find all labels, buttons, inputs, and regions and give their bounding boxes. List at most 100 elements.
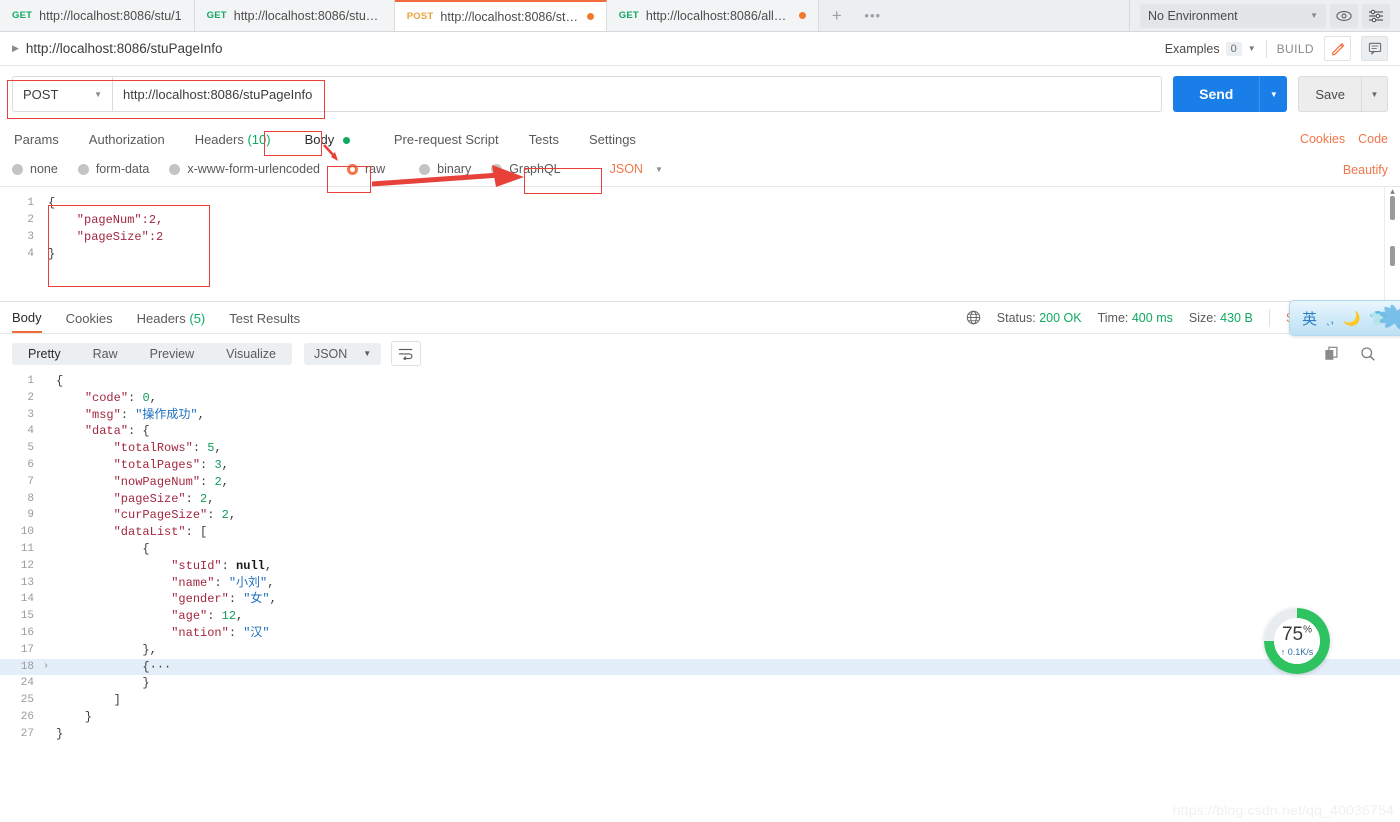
view-preview-button[interactable]: Preview [134, 343, 210, 365]
network-speed-widget[interactable]: 75% ↑ 0.1K/s [1264, 608, 1330, 674]
response-code-line: 26 } [0, 709, 1400, 726]
tab-label: Params [14, 132, 59, 147]
response-view-bar: Pretty Raw Preview Visualize JSON ▼ [0, 334, 1400, 373]
raw-format-selector[interactable]: JSON ▼ [601, 160, 672, 178]
response-tab-body[interactable]: Body [12, 303, 42, 333]
response-code-line: 11 { [0, 541, 1400, 558]
tab-tests[interactable]: Tests [527, 129, 561, 150]
view-raw-button[interactable]: Raw [77, 343, 134, 365]
line-number: 25 [0, 692, 40, 709]
new-tab-button[interactable]: + [819, 0, 855, 31]
response-code-line: 12 "stuId": null, [0, 558, 1400, 575]
headers-count: (5) [189, 311, 205, 326]
tab-authorization[interactable]: Authorization [87, 129, 167, 150]
line-number: 6 [0, 457, 40, 474]
size-value: 430 B [1220, 311, 1253, 325]
editor-scrollbar-lower[interactable] [1384, 244, 1400, 301]
fold-toggle-icon[interactable]: › [40, 659, 52, 676]
line-number: 12 [0, 558, 40, 575]
save-options-button[interactable]: ▼ [1362, 76, 1388, 112]
body-type-urlencoded[interactable]: x-www-form-urlencoded [169, 162, 320, 176]
globe-icon[interactable] [966, 310, 981, 325]
copy-icon[interactable] [1324, 346, 1340, 362]
response-code-line: 24 } [0, 675, 1400, 692]
fold-toggle-icon [40, 440, 52, 457]
tab-overflow-button[interactable]: ••• [855, 0, 891, 31]
request-tab[interactable]: GET http://localhost:8086/stu/1 [0, 0, 195, 31]
response-tab-test-results[interactable]: Test Results [229, 304, 300, 332]
status-label: Status: [997, 311, 1036, 325]
line-number: 1 [0, 373, 40, 390]
chevron-down-icon: ▼ [94, 90, 102, 99]
environment-quick-look-button[interactable] [1330, 4, 1358, 28]
examples-label: Examples [1165, 42, 1220, 56]
fold-toggle-icon [40, 474, 52, 491]
eye-icon [1336, 10, 1352, 22]
code-link[interactable]: Code [1358, 132, 1388, 146]
tab-settings[interactable]: Settings [587, 129, 638, 150]
edit-request-button[interactable] [1324, 36, 1351, 61]
line-text: "totalPages": 3, [52, 457, 229, 474]
ime-toolbar[interactable]: 英 ˎ, 🌙 👕 [1289, 300, 1400, 336]
arrow-up-icon: ↑ [1281, 647, 1286, 657]
line-text: }, [52, 642, 157, 659]
line-text: "age": 12, [52, 608, 243, 625]
comments-button[interactable] [1361, 36, 1388, 61]
response-tab-headers[interactable]: Headers (5) [137, 304, 206, 332]
moon-icon[interactable]: 🌙 [1343, 310, 1360, 327]
code-line: 1 { [0, 195, 1400, 212]
beautify-link[interactable]: Beautify [1343, 163, 1388, 177]
punctuation-icon[interactable]: ˎ, [1326, 311, 1334, 326]
scrollbar-thumb[interactable] [1390, 196, 1395, 220]
request-tab[interactable]: GET http://localhost:8086/stu?userI... [195, 0, 395, 31]
cookies-link[interactable]: Cookies [1300, 132, 1345, 146]
examples-dropdown[interactable]: Examples 0 ▼ [1165, 42, 1256, 56]
tab-body[interactable]: Body [303, 129, 352, 150]
ime-language-label[interactable]: 英 [1302, 308, 1317, 329]
body-type-graphql[interactable]: GraphQL [491, 162, 560, 176]
line-text: "nowPageNum": 2, [52, 474, 229, 491]
editor-scrollbar-upper[interactable]: ▲ [1384, 187, 1400, 244]
response-tab-cookies[interactable]: Cookies [66, 304, 113, 332]
response-format-selector[interactable]: JSON ▼ [304, 343, 381, 365]
status-value: 200 OK [1039, 311, 1081, 325]
url-input[interactable]: http://localhost:8086/stuPageInfo [113, 77, 1161, 111]
request-tab[interactable]: GET http://localhost:8086/allStu [607, 0, 819, 31]
line-number: 8 [0, 491, 40, 508]
response-body-code[interactable]: 1{2 "code": 0,3 "msg": "操作成功",4 "data": … [0, 373, 1400, 753]
save-button[interactable]: Save [1298, 76, 1362, 112]
environment-selector[interactable]: No Environment ▼ [1140, 4, 1326, 28]
tab-label: Headers [137, 311, 186, 326]
scrollbar-thumb[interactable] [1390, 246, 1395, 266]
view-pretty-button[interactable]: Pretty [12, 343, 77, 365]
chevron-up-icon[interactable]: ▲ [1385, 188, 1400, 197]
view-visualize-button[interactable]: Visualize [210, 343, 292, 365]
request-body-editor[interactable]: 1 { 2 "pageNum":2, 3 "pageSize":2 4 } ▲ [0, 186, 1400, 301]
tab-method-label: GET [619, 10, 639, 21]
body-type-binary[interactable]: binary [419, 162, 471, 176]
body-type-none[interactable]: none [12, 162, 58, 176]
tab-label: Body [12, 310, 42, 325]
request-tab-active[interactable]: POST http://localhost:8086/stuPageI... [395, 0, 607, 31]
body-present-dot-icon [343, 137, 350, 144]
build-button[interactable]: BUILD [1277, 42, 1314, 56]
tab-pre-request-script[interactable]: Pre-request Script [392, 129, 501, 150]
url-row: POST ▼ http://localhost:8086/stuPageInfo… [0, 66, 1400, 124]
response-actions [1324, 346, 1388, 362]
line-number: 15 [0, 608, 40, 625]
send-options-button[interactable]: ▼ [1259, 76, 1287, 112]
send-button[interactable]: Send [1173, 76, 1259, 112]
body-type-raw[interactable]: raw [347, 162, 385, 176]
fold-toggle-icon [40, 726, 52, 743]
line-number: 17 [0, 642, 40, 659]
search-icon[interactable] [1360, 346, 1376, 362]
tab-headers[interactable]: Headers (10) [193, 129, 273, 150]
settings-button[interactable] [1362, 4, 1390, 28]
chevron-right-icon[interactable]: ▶ [12, 43, 19, 54]
method-selector[interactable]: POST ▼ [13, 77, 113, 111]
word-wrap-button[interactable] [391, 341, 421, 366]
time-value: 400 ms [1132, 311, 1173, 325]
fold-toggle-icon [40, 642, 52, 659]
tab-params[interactable]: Params [12, 129, 61, 150]
body-type-form-data[interactable]: form-data [78, 162, 150, 176]
